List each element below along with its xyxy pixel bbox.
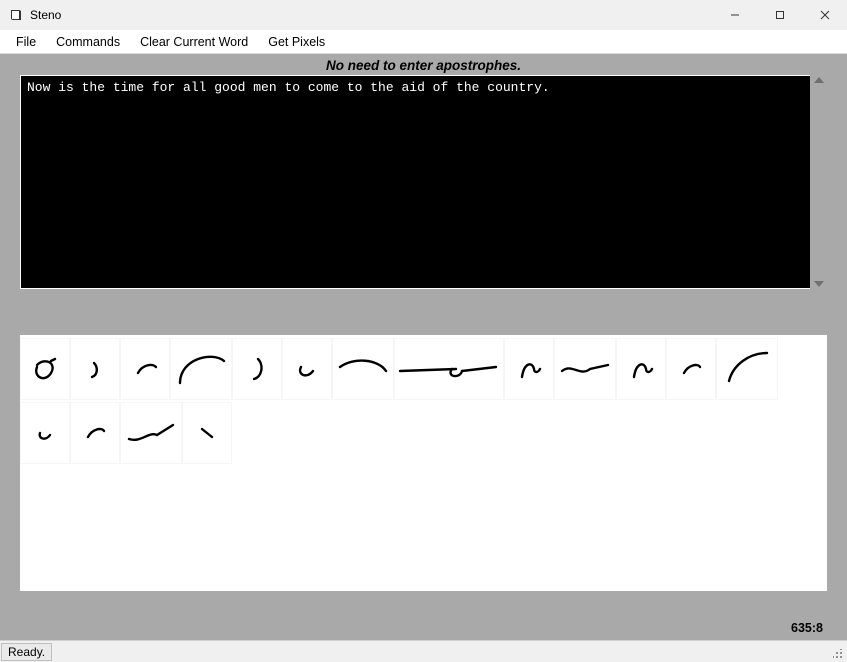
glyph-to-2[interactable] (616, 338, 666, 400)
glyph-is[interactable] (70, 338, 120, 400)
glyph-country[interactable] (120, 402, 182, 464)
shorthand-panel (20, 335, 827, 591)
glyph-good[interactable] (332, 338, 394, 400)
resize-grip-icon[interactable] (827, 643, 845, 661)
glyph-period[interactable] (182, 402, 232, 464)
shorthand-row (20, 337, 827, 465)
glyph-men[interactable] (394, 338, 504, 400)
menu-clear-current-word[interactable]: Clear Current Word (130, 33, 258, 51)
text-output-frame: Now is the time for all good men to come… (20, 75, 827, 289)
glyph-the-3[interactable] (70, 402, 120, 464)
glyph-of[interactable] (20, 402, 70, 464)
glyph-for[interactable] (232, 338, 282, 400)
glyph-the[interactable] (120, 338, 170, 400)
hint-label: No need to enter apostrophes. (0, 54, 847, 75)
status-ready: Ready. (1, 643, 52, 661)
scroll-down-icon[interactable] (814, 281, 824, 287)
coordinate-readout: 635:8 (791, 621, 823, 635)
glyph-come[interactable] (554, 338, 616, 400)
text-scrollbar[interactable] (810, 75, 827, 289)
maximize-button[interactable] (757, 0, 802, 30)
scroll-up-icon[interactable] (814, 77, 824, 83)
menu-bar: File Commands Clear Current Word Get Pix… (0, 30, 847, 54)
glyph-the-2[interactable] (666, 338, 716, 400)
glyph-to[interactable] (504, 338, 554, 400)
menu-file[interactable]: File (6, 33, 46, 51)
window-title: Steno (30, 8, 61, 22)
title-bar: Steno (0, 0, 847, 30)
book-icon (8, 7, 24, 23)
glyph-aid[interactable] (716, 338, 778, 400)
glyph-now[interactable] (20, 338, 70, 400)
close-button[interactable] (802, 0, 847, 30)
glyph-all[interactable] (282, 338, 332, 400)
menu-commands[interactable]: Commands (46, 33, 130, 51)
menu-get-pixels[interactable]: Get Pixels (258, 33, 335, 51)
text-output[interactable]: Now is the time for all good men to come… (21, 76, 826, 288)
window-controls (712, 0, 847, 30)
glyph-time[interactable] (170, 338, 232, 400)
minimize-button[interactable] (712, 0, 757, 30)
status-bar: Ready. (0, 640, 847, 662)
client-area: No need to enter apostrophes. Now is the… (0, 54, 847, 640)
